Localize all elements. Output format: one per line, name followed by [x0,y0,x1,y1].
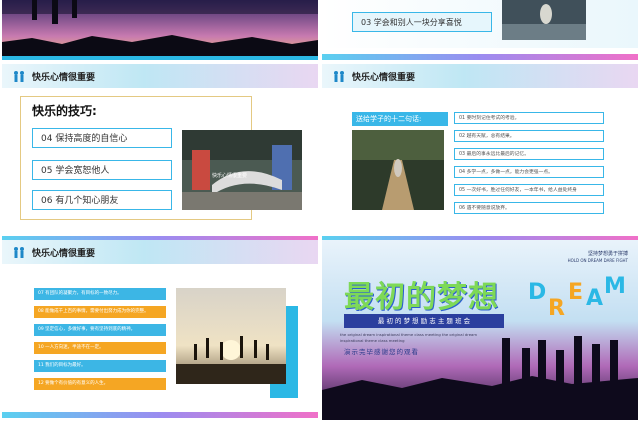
quote-row: 02 越有天赋，总有结果。 [454,130,604,142]
quote-text: 11 我们的目标为最好。 [38,363,86,368]
dream-letter: M [604,274,626,299]
slide-thumbnail-2[interactable]: 03 学会和别人一块分享喜悦 [322,0,638,60]
quote-row: 07 有团队的凝聚力，有目标的一致尽力。 [34,288,166,300]
quote-text: 08 能做成千上百的事情，需要付出努力成为你的完整。 [38,309,149,314]
section-title: 快乐心情很重要 [32,73,96,83]
quote-text: 12 要做个有价值的有意义的人生。 [38,381,109,386]
quote-text: 07 有团队的凝聚力，有目标的一致尽力。 [38,291,122,296]
dream-letter: E [568,280,584,305]
quote-text: 05 一次好书，胜过任何好友，一本年书，给人益处终身 [459,188,577,193]
section-title: 快乐心情很重要 [352,73,416,83]
campus-photo-image [182,130,302,210]
slide-header: 快乐心情很重要 [2,240,318,264]
section-title: 快乐心情很重要 [32,249,96,259]
slide-thumbnail-4[interactable]: 快乐心情很重要 送给学子的十二句话: 01 要时刻记住考试的考验。 02 越有天… [322,64,638,244]
sunset-jumping-photo-image [176,288,286,384]
people-icon [14,247,24,258]
quote-row: 10 一人方向迷，半途不在一定。 [34,342,166,354]
dream-letter: R [548,296,565,321]
quote-row: 01 要时刻记住考试的考验。 [454,112,604,124]
people-icon [334,71,344,82]
dream-letter: D [528,280,547,305]
english-line-2: inspirational theme class meeting [340,338,405,343]
quote-row: 12 要做个有价值的有意义的人生。 [34,378,166,390]
quote-row: 04 多学一点，多做一点，能力会更强一点。 [454,166,604,178]
quote-row: 06 遇不要随意说放弃。 [454,202,604,214]
quote-text: 06 遇不要随意说放弃。 [459,206,510,211]
photo-caption: 快乐心情很重要 [212,173,248,179]
quote-row: 08 能做成千上百的事情，需要付出努力成为你的完整。 [34,306,166,318]
slide-thumbnail-6[interactable]: 坚持梦想勇于拼搏 HOLD ON DREAM DARE FIGHT 最初的梦想 … [322,240,638,420]
slide-thumbnail-3[interactable]: 快乐心情很重要 快乐的技巧: 04 保持高度的自信心 05 学会宽恕他人 06 … [2,64,318,244]
quote-row: 11 我们的目标为最好。 [34,360,166,372]
list-item-text: 06 有几个知心朋友 [41,196,119,206]
dream-letter: A [586,286,604,311]
list-item-text: 05 学会宽恕他人 [41,166,110,176]
main-title: 最初的梦想 [344,280,499,315]
quote-text: 03 最后的事永远比最后的记忆。 [459,152,529,157]
quote-text: 10 一人方向迷，半途不在一定。 [38,345,104,350]
girl-photo-image [502,0,586,40]
english-line-1: the original dream inspirational theme c… [340,332,478,337]
quote-label: 送给学子的十二句话: [352,112,448,126]
slide-thumbnail-1[interactable] [2,0,318,60]
list-item-text: 03 学会和别人一块分享喜悦 [361,18,462,27]
dream-background-image [322,240,638,420]
quote-row: 05 一次好书，胜过任何好友，一本年书，给人益处终身 [454,184,604,196]
list-item: 06 有几个知心朋友 [32,190,172,210]
slide-thumbnail-5[interactable]: 快乐心情很重要 07 有团队的凝聚力，有目标的一致尽力。 08 能做成千上百的事… [2,240,318,420]
list-item: 05 学会宽恕他人 [32,160,172,180]
tips-heading: 快乐的技巧: [32,104,97,118]
subtitle-banner: 最 初 的 梦 想 励 志 主 题 班 会 [344,314,504,328]
bridge-photo-image [352,130,444,210]
bottom-bar [322,54,638,60]
slide-header: 快乐心情很重要 [2,64,318,88]
slide-header: 快乐心情很重要 [322,64,638,88]
list-item: 04 保持高度的自信心 [32,128,172,148]
list-item: 03 学会和别人一块分享喜悦 [352,12,492,32]
tagline-cn: 坚持梦想勇于拼搏 [587,251,628,257]
quote-row: 03 最后的事永远比最后的记忆。 [454,148,604,160]
quote-text: 09 坚定信心，多做好事，要有坚持到底的精神。 [38,327,136,332]
closing-text: 演示完毕感谢您的观看 [344,348,419,356]
sunset-silhouette-image [2,0,318,60]
people-icon [14,71,24,82]
dream-letters: D R E A M [528,274,628,324]
tagline-en: HOLD ON DREAM DARE FIGHT [567,258,628,263]
bottom-bar [2,412,318,418]
quote-text: 01 要时刻记住考试的考验。 [459,116,520,121]
quote-row: 09 坚定信心，多做好事，要有坚持到底的精神。 [34,324,166,336]
quote-text: 02 越有天赋，总有结果。 [459,134,515,139]
list-item-text: 04 保持高度的自信心 [41,134,128,144]
quote-text: 04 多学一点，多做一点，能力会更强一点。 [459,170,553,175]
